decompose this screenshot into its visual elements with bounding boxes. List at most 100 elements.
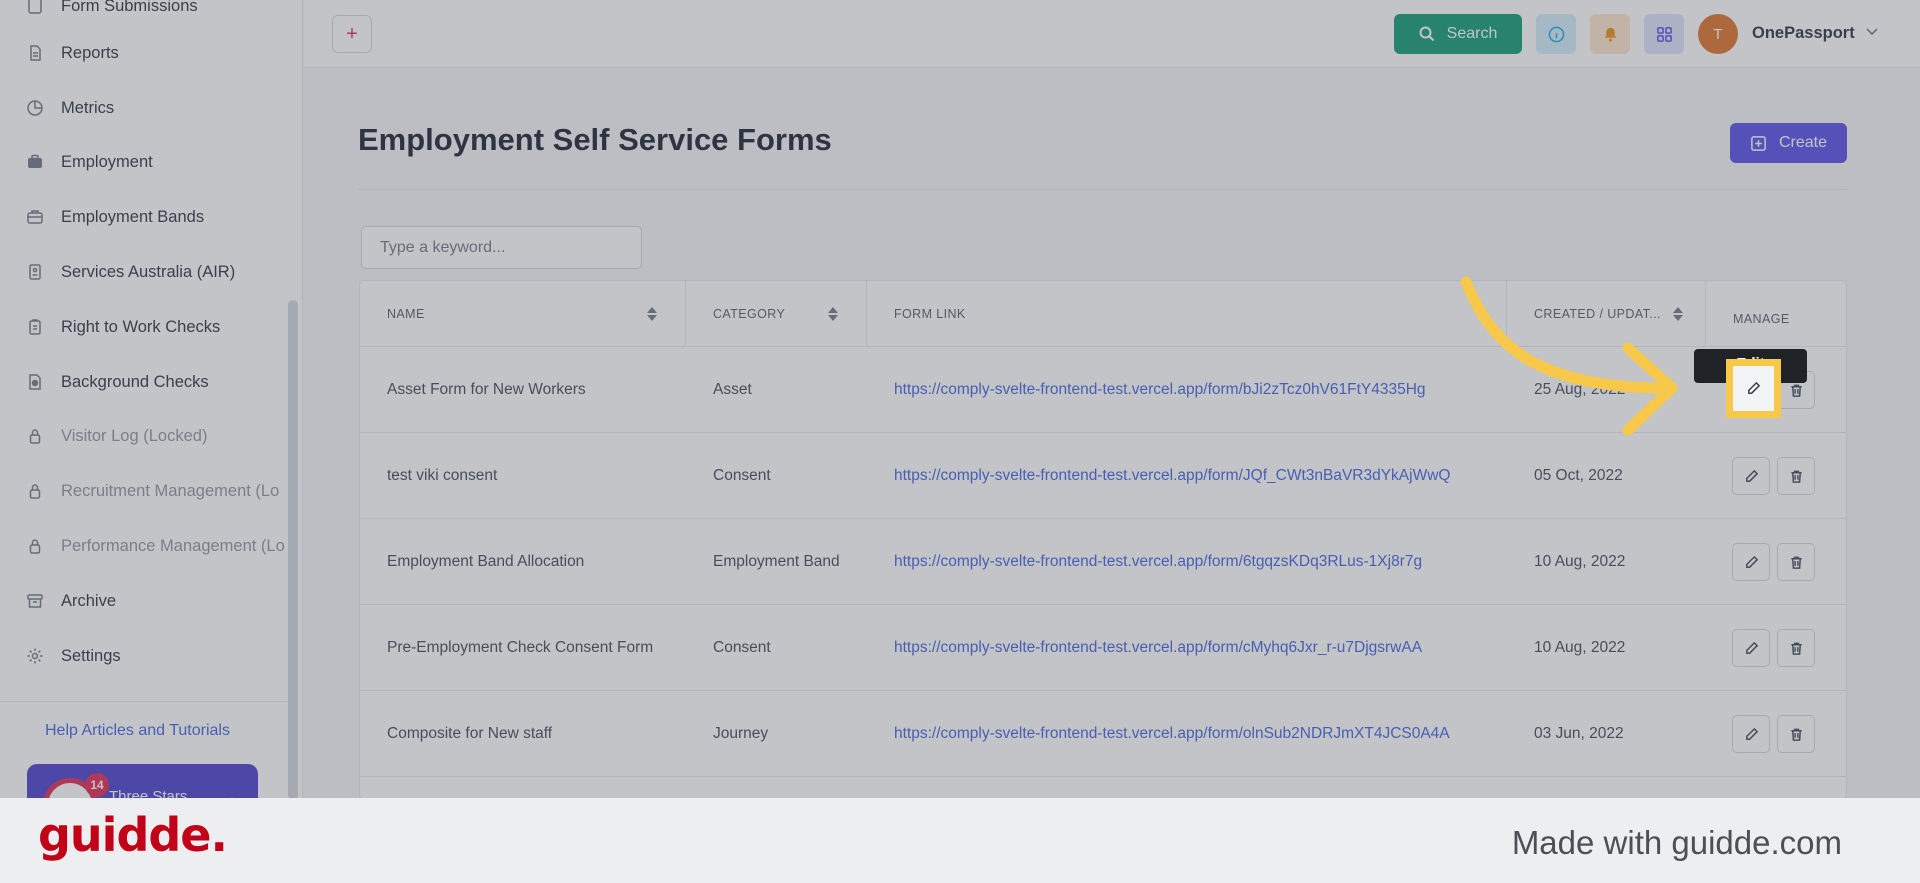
search-button[interactable]: Search [1394,14,1522,54]
delete-button[interactable] [1777,543,1815,581]
column-header-name[interactable]: NAME [360,281,686,346]
pencil-icon [1745,641,1758,654]
cell-name: Pre-Employment Check Consent Form [387,639,654,656]
table-row: Composite for New staff Journey https://… [360,691,1846,777]
cell-form-link[interactable]: https://comply-svelte-frontend-test.verc… [894,519,1422,605]
sidebar-item-settings[interactable]: Settings [0,636,290,676]
sidebar-divider [0,701,290,702]
search-button-label: Search [1446,25,1498,42]
info-button[interactable] [1536,14,1576,54]
pie-chart-icon [26,99,44,117]
chevron-up-icon: ︿ [225,790,238,798]
lock-icon [26,427,44,445]
sidebar-item-visitor-log[interactable]: Visitor Log (Locked) [0,416,290,456]
sidebar: Form Submissions Reports Metrics Employm… [0,0,303,798]
cell-name: Composite for New staff [387,725,553,742]
sidebar-item-background-checks[interactable]: Background Checks [0,362,290,402]
sidebar-item-form-submissions[interactable]: Form Submissions [0,0,290,26]
edit-button[interactable] [1732,457,1770,495]
cell-category: Consent [713,467,771,484]
sidebar-item-label: Visitor Log (Locked) [61,426,208,445]
cell-form-link[interactable]: https://comply-svelte-frontend-test.verc… [894,691,1450,777]
sidebar-item-label: Reports [61,43,119,62]
bell-icon [1604,27,1616,42]
sidebar-item-recruitment-management[interactable]: Recruitment Management (Lo [0,471,290,511]
cell-category: Consent [713,639,771,656]
briefcase-outline-icon [26,208,44,226]
cell-form-link[interactable]: https://comply-svelte-frontend-test.verc… [894,605,1422,691]
delete-button[interactable] [1777,629,1815,667]
table-row: Pre-Employment Check Consent Form Consen… [360,605,1846,691]
create-button-label: Create [1778,134,1828,151]
sort-icon [1673,307,1683,321]
chevron-down-icon[interactable] [1864,23,1880,39]
clipboard-icon [26,318,44,336]
search-icon [1419,26,1434,42]
keyword-search-input[interactable] [361,226,642,269]
sidebar-item-employment[interactable]: Employment [0,142,290,182]
sidebar-item-label: Employment Bands [61,207,205,226]
plus-square-icon [1751,135,1766,151]
document-check-icon [26,373,44,391]
sidebar-item-label: Settings [61,646,121,665]
user-name[interactable]: OnePassport [1752,24,1855,43]
forms-table: NAME CATEGORY FORM LINK CREATED / UPDAT.… [359,280,1847,800]
sort-icon [828,307,838,321]
highlighted-edit-button[interactable] [1726,359,1781,418]
sidebar-item-performance-management[interactable]: Performance Management (Lo [0,526,290,566]
column-header-form-link[interactable]: FORM LINK [867,281,1507,346]
avatar[interactable]: T [1698,14,1738,54]
sidebar-item-reports[interactable]: Reports [0,33,290,73]
trash-icon [1790,470,1802,483]
briefcase-icon [26,153,44,171]
table-row: Employment Band Allocation Employment Ba… [360,519,1846,605]
sidebar-item-label: Form Submissions [61,0,198,15]
archive-icon [26,592,44,610]
gear-icon [26,647,44,665]
sidebar-item-label: Employment [61,152,153,171]
apps-button[interactable] [1644,14,1684,54]
edit-button[interactable] [1732,543,1770,581]
page-title: Employment Self Service Forms [358,122,832,157]
column-header-manage: MANAGE [1706,281,1846,346]
plus-icon: + [346,22,358,45]
sidebar-item-metrics[interactable]: Metrics [0,88,290,128]
cell-form-link[interactable]: https://comply-svelte-frontend-test.verc… [894,433,1450,519]
pencil-icon [1748,381,1761,394]
column-header-created-updated[interactable]: CREATED / UPDAT... [1507,281,1706,346]
file-icon [26,0,44,15]
lock-icon [26,537,44,555]
sidebar-item-right-to-work[interactable]: Right to Work Checks [0,307,290,347]
delete-button[interactable] [1777,457,1815,495]
sidebar-item-archive[interactable]: Archive [0,581,290,621]
cell-form-link[interactable]: https://comply-svelte-frontend-test.verc… [894,347,1426,433]
sidebar-scrollbar[interactable] [288,300,298,798]
sort-icon [647,307,657,321]
pencil-icon [1745,469,1758,482]
table-row: test viki consent Consent https://comply… [360,433,1846,519]
column-header-label: FORM LINK [894,306,966,321]
trash-icon [1790,642,1802,655]
sidebar-item-services-australia[interactable]: Services Australia (AIR) [0,252,290,292]
help-articles-link[interactable]: Help Articles and Tutorials [45,722,230,740]
company-switcher[interactable]: 14 Three Stars ︿ [27,764,258,798]
create-button[interactable]: Create [1730,123,1847,163]
column-header-label: NAME [387,306,425,321]
lock-icon [26,482,44,500]
add-button[interactable]: + [332,15,372,53]
cell-category: Asset [713,381,752,398]
trash-icon [1790,556,1802,569]
table-row: Asset Form for New Workers Asset https:/… [360,347,1846,433]
sidebar-item-label: Services Australia (AIR) [61,262,236,281]
title-divider [358,189,1847,190]
edit-button[interactable] [1732,629,1770,667]
cell-date: 03 Jun, 2022 [1534,725,1624,742]
sidebar-item-employment-bands[interactable]: Employment Bands [0,197,290,237]
cell-date: 25 Aug, 2022 [1534,381,1626,398]
notifications-button[interactable] [1590,14,1630,54]
cell-name: test viki consent [387,467,498,484]
delete-button[interactable] [1777,715,1815,753]
edit-button[interactable] [1732,715,1770,753]
column-header-category[interactable]: CATEGORY [686,281,867,346]
guidde-footer: guidde. Made with guidde.com [0,798,1920,883]
